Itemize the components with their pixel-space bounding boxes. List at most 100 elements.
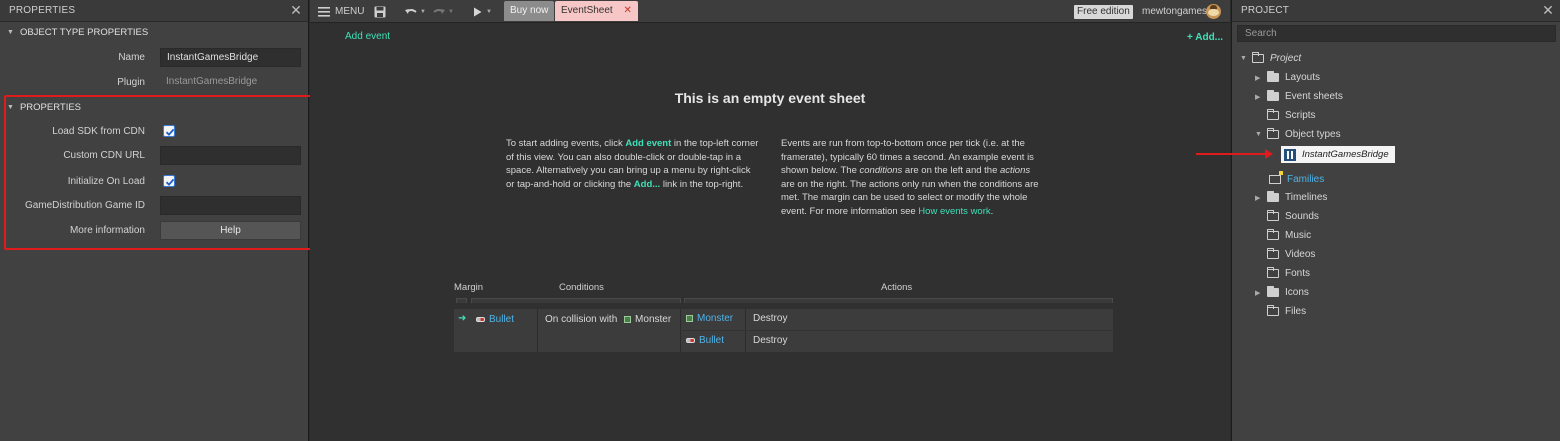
folder-icon <box>1267 191 1279 202</box>
save-button[interactable] <box>374 0 386 23</box>
tree-item-event-sheets[interactable]: ▶ Event sheets <box>1255 87 1343 106</box>
text: conditions <box>859 165 903 176</box>
add-event-inline-link[interactable]: Add event <box>625 138 671 149</box>
tab-label: EventSheet <box>561 5 613 16</box>
collapse-triangle-icon[interactable]: ▼ <box>7 29 14 36</box>
folder-icon <box>1252 52 1264 63</box>
expand-arrow-icon[interactable]: ▶ <box>1255 194 1265 202</box>
help-button[interactable]: Help <box>160 221 301 240</box>
cdn-url-field[interactable] <box>160 146 301 165</box>
more-info-row: More information Help <box>0 221 309 241</box>
undo-icon <box>405 8 417 14</box>
object-name: Bullet <box>699 335 725 346</box>
condition[interactable]: On collision with Monster <box>545 314 671 325</box>
menu-button[interactable]: MENU <box>318 0 364 23</box>
properties-panel-title: PROPERTIES <box>9 5 76 16</box>
event-sheet-view: MENU ▼ ▼ ▼ Buy now EventSheet ✕ Free edi… <box>310 0 1230 441</box>
tree-item-icons[interactable]: ▶ Icons <box>1255 283 1309 302</box>
expand-arrow-icon[interactable]: ▼ <box>1255 131 1265 138</box>
checkmark-icon <box>165 178 175 186</box>
help-text-left: To start adding events, click Add event … <box>506 137 761 191</box>
folder-icon <box>1267 248 1279 259</box>
init-on-load-label: Initialize On Load <box>67 176 145 187</box>
chevron-down-icon[interactable]: ▼ <box>448 9 454 15</box>
text: . <box>990 205 994 217</box>
actions-bar <box>684 298 1113 303</box>
properties-section[interactable]: ▼ PROPERTIES <box>0 97 81 118</box>
action[interactable]: Destroy <box>753 335 787 346</box>
tree-root-project[interactable]: ▼ Project <box>1240 49 1301 68</box>
tree-item-object-types[interactable]: ▼ Object types <box>1255 125 1341 144</box>
load-sdk-row: Load SDK from CDN <box>0 122 309 142</box>
condition-text: On collision with <box>545 314 618 325</box>
tree-label: Scripts <box>1285 110 1316 121</box>
name-field[interactable]: InstantGamesBridge <box>160 48 301 67</box>
expand-arrow-icon[interactable]: ▶ <box>1255 74 1265 82</box>
close-icon[interactable]: ✕ <box>290 2 302 18</box>
gd-game-id-field[interactable] <box>160 196 301 215</box>
tree-item-families[interactable]: Families <box>1269 170 1324 189</box>
expand-arrow-icon[interactable]: ▶ <box>1255 289 1265 297</box>
close-icon[interactable]: ✕ <box>1542 2 1554 18</box>
condition-target: Monster <box>635 314 672 325</box>
object-type-properties-section[interactable]: ▼ OBJECT TYPE PROPERTIES <box>0 22 308 43</box>
tree-item-videos[interactable]: Videos <box>1267 245 1315 264</box>
chevron-down-icon[interactable]: ▼ <box>486 9 492 15</box>
init-on-load-checkbox[interactable] <box>163 175 175 187</box>
search-input[interactable]: Search <box>1237 25 1556 42</box>
tree-item-timelines[interactable]: ▶ Timelines <box>1255 188 1327 207</box>
tree-item-music[interactable]: Music <box>1267 226 1311 245</box>
bullet-icon <box>686 337 695 343</box>
tab-buy-now[interactable]: Buy now <box>504 1 555 21</box>
tree-item-layouts[interactable]: ▶ Layouts <box>1255 68 1320 87</box>
undo-button[interactable]: ▼ <box>404 0 426 23</box>
redo-button[interactable]: ▼ <box>432 0 454 23</box>
name-row: Name InstantGamesBridge <box>0 48 309 68</box>
expand-arrow-icon[interactable]: ▼ <box>1240 55 1250 62</box>
text: are on the left and the <box>902 165 1001 176</box>
hamburger-icon <box>318 6 330 17</box>
avatar[interactable] <box>1206 4 1221 19</box>
save-icon <box>374 6 386 17</box>
menu-label: MENU <box>335 6 365 17</box>
tab-eventsheet[interactable]: EventSheet ✕ <box>555 1 638 21</box>
close-tab-icon[interactable]: ✕ <box>624 5 632 16</box>
plugin-label: Plugin <box>117 77 145 88</box>
tree-item-fonts[interactable]: Fonts <box>1267 264 1310 283</box>
tree-item-instantgamesbridge[interactable]: InstantGamesBridge <box>1281 146 1395 163</box>
tree-item-files[interactable]: Files <box>1267 302 1306 321</box>
folder-icon <box>1267 109 1279 120</box>
load-sdk-checkbox[interactable] <box>163 125 175 137</box>
tree-item-scripts[interactable]: Scripts <box>1267 106 1316 125</box>
condition-object[interactable]: Bullet <box>476 314 514 325</box>
username[interactable]: mewtongames <box>1142 4 1207 19</box>
tree-label: Object types <box>1285 129 1341 140</box>
expand-arrow-icon[interactable]: ▶ <box>1255 93 1265 101</box>
tree-label: Fonts <box>1285 268 1311 279</box>
plugin-row: Plugin InstantGamesBridge <box>0 73 309 93</box>
collapse-triangle-icon[interactable]: ▼ <box>7 104 14 111</box>
chevron-down-icon[interactable]: ▼ <box>420 9 426 15</box>
folder-icon <box>1267 267 1279 278</box>
how-events-work-link[interactable]: How events work <box>918 206 990 217</box>
action-object[interactable]: Monster <box>686 313 733 324</box>
preview-button[interactable]: ▼ <box>473 0 492 23</box>
edition-badge[interactable]: Free edition <box>1074 5 1133 19</box>
action[interactable]: Destroy <box>753 313 787 324</box>
example-event[interactable]: ➜ Bullet On collision with Monster Monst… <box>454 309 1113 352</box>
add-event-link[interactable]: Add event <box>345 31 390 42</box>
monster-icon <box>624 315 632 323</box>
tree-item-sounds[interactable]: Sounds <box>1267 207 1319 226</box>
properties-panel: PROPERTIES ✕ ▼ OBJECT TYPE PROPERTIES Na… <box>0 0 309 441</box>
tree-label: Layouts <box>1285 72 1321 83</box>
actions-header: Actions <box>881 282 913 293</box>
add-inline-link[interactable]: Add... <box>634 179 660 190</box>
object-name: Bullet <box>489 314 515 325</box>
red-annotation-arrow <box>1196 149 1273 159</box>
families-folder-icon <box>1269 171 1283 184</box>
folder-icon <box>1267 90 1279 101</box>
action-object[interactable]: Bullet <box>686 335 724 346</box>
tree-label: Videos <box>1285 249 1316 260</box>
folder-icon <box>1267 286 1279 297</box>
add-link[interactable]: + Add... <box>1187 32 1223 43</box>
